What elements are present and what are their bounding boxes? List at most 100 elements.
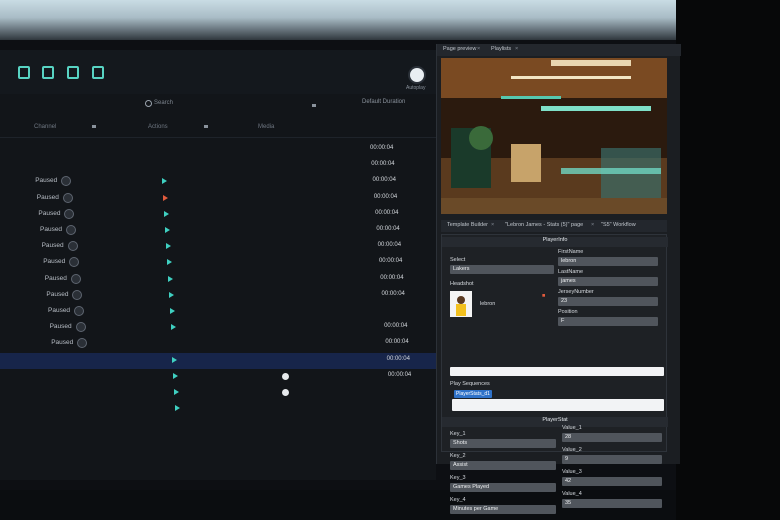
tab-template-builder[interactable]: Template Builder	[447, 222, 488, 228]
row-duration[interactable]: 00:00:04	[382, 291, 405, 297]
table-row[interactable]: 00:00:04	[0, 352, 436, 369]
search-label[interactable]: Search	[154, 100, 173, 106]
play-icon[interactable]	[175, 405, 181, 412]
row-duration[interactable]: 00:00:04	[384, 323, 407, 329]
tab-page-preview[interactable]: Page preview	[443, 46, 476, 52]
preview-tabs: Page preview × Playlists ×	[437, 44, 681, 56]
table-row[interactable]: Paused 00:00:04	[0, 223, 436, 239]
play-icon[interactable]	[161, 178, 167, 185]
row-status-icon[interactable]	[70, 273, 81, 284]
tab-workflow[interactable]: "S5" Workflow	[601, 222, 636, 228]
play-icon[interactable]	[163, 210, 169, 217]
row-duration[interactable]: 00:00:04	[378, 242, 401, 248]
row-status-icon[interactable]	[67, 241, 78, 252]
play-icon[interactable]	[172, 356, 178, 363]
row-status: Paused	[36, 193, 59, 201]
autoplay-toggle[interactable]	[410, 68, 424, 82]
row-status-icon[interactable]	[62, 192, 73, 203]
key-field[interactable]: Assist	[450, 461, 556, 470]
value-label: Value_2	[562, 447, 582, 453]
value-field[interactable]: 28	[562, 433, 662, 442]
headshot-label: Headshot	[450, 281, 474, 287]
col-channel[interactable]: Channel	[34, 124, 56, 130]
row-status-icon[interactable]	[69, 257, 80, 268]
row-status-icon[interactable]	[61, 176, 72, 187]
new-file-icon[interactable]	[18, 66, 30, 79]
row-duration[interactable]: 00:00:04	[376, 226, 399, 232]
key-field[interactable]: Minutes per Game	[450, 505, 556, 514]
row-duration[interactable]: 00:00:04	[375, 210, 398, 216]
builder-tabs: Template Builder × "Lebron James - Stats…	[441, 220, 667, 232]
close-icon[interactable]: ×	[515, 46, 518, 52]
row-status-icon[interactable]	[64, 208, 75, 219]
col-media[interactable]: Media	[258, 124, 274, 130]
lastname-field[interactable]: james	[558, 277, 658, 286]
row-duration[interactable]: 00:00:04	[387, 356, 410, 362]
row-duration[interactable]: 00:00:04	[388, 372, 411, 378]
table-row[interactable]: 00:00:04	[0, 158, 436, 174]
team-select[interactable]: Lakers	[450, 265, 554, 274]
row-duration[interactable]: 00:00:04	[371, 161, 394, 167]
close-icon[interactable]: ×	[477, 46, 480, 52]
row-duration[interactable]: 00:00:04	[374, 194, 397, 200]
close-icon[interactable]: ×	[591, 222, 594, 228]
row-duration[interactable]: 00:00:04	[373, 177, 396, 183]
col-actions[interactable]: Actions	[148, 124, 168, 130]
play-icon[interactable]	[169, 308, 175, 314]
table-row[interactable]: Paused 00:00:04	[0, 239, 436, 255]
headshot-image[interactable]	[450, 291, 472, 317]
row-status-icon[interactable]	[74, 306, 84, 316]
table-row[interactable]: Paused 00:00:04	[0, 191, 436, 207]
row-duration[interactable]: 00:00:04	[379, 258, 402, 264]
table-row[interactable]: 00:00:04	[0, 142, 436, 158]
row-duration[interactable]: 00:00:04	[380, 275, 403, 281]
table-row[interactable]	[0, 401, 436, 417]
record-icon[interactable]: ■	[542, 293, 545, 299]
edit-icon[interactable]	[92, 66, 104, 79]
row-status-icon[interactable]	[77, 338, 88, 349]
row-status-icon[interactable]	[72, 289, 83, 300]
play-icon[interactable]	[167, 275, 173, 282]
play-icon[interactable]	[165, 243, 171, 250]
play-icon[interactable]	[170, 324, 176, 331]
row-status-icon[interactable]	[75, 322, 86, 333]
value-field[interactable]: 9	[562, 455, 662, 464]
table-row[interactable]: 00:00:04	[0, 369, 436, 385]
search-icon[interactable]	[145, 100, 152, 107]
sequence-bar[interactable]	[450, 367, 664, 376]
play-icon[interactable]	[174, 389, 180, 395]
tab-state-page[interactable]: "Lebron James - Stats (5)" page	[505, 222, 583, 228]
save-icon[interactable]	[67, 66, 79, 79]
table-row[interactable]: Paused 00:00:04	[0, 272, 436, 288]
play-icon[interactable]	[164, 227, 170, 233]
key-field[interactable]: Games Played	[450, 483, 556, 492]
table-row[interactable]: Paused 00:00:04	[0, 174, 436, 190]
table-row[interactable]: Paused 00:00:04	[0, 255, 436, 271]
value-field[interactable]: 42	[562, 477, 662, 486]
play-icon[interactable]	[168, 291, 174, 298]
table-row[interactable]	[0, 385, 436, 401]
position-field[interactable]: F	[558, 317, 658, 326]
play-icon[interactable]	[173, 372, 179, 379]
key-field[interactable]: Shots	[450, 439, 556, 448]
table-row[interactable]: Paused	[0, 304, 436, 320]
close-icon[interactable]: ×	[491, 222, 494, 228]
table-row[interactable]: Paused 00:00:04	[0, 320, 436, 336]
table-row[interactable]: Paused 00:00:04	[0, 207, 436, 223]
row-status-icon[interactable]	[66, 225, 76, 235]
media-indicator[interactable]	[282, 389, 289, 396]
tab-playlists[interactable]: Playlists	[491, 46, 511, 52]
jersey-field[interactable]: 23	[558, 297, 658, 306]
play-icon[interactable]	[166, 259, 172, 266]
firstname-field[interactable]: lebron	[558, 257, 658, 266]
sequence-chip[interactable]: PlayerStats_d1	[454, 390, 492, 398]
table-row[interactable]: Paused 00:00:04	[0, 288, 436, 304]
row-duration[interactable]: 00:00:04	[385, 339, 408, 345]
list-icon[interactable]	[42, 66, 54, 79]
media-indicator[interactable]	[282, 372, 289, 380]
play-icon[interactable]	[162, 194, 168, 201]
row-duration[interactable]: 00:00:04	[370, 145, 393, 151]
table-row[interactable]: Paused 00:00:04	[0, 336, 436, 352]
value-field[interactable]: 35	[562, 499, 662, 508]
sequence-box[interactable]	[452, 399, 664, 411]
